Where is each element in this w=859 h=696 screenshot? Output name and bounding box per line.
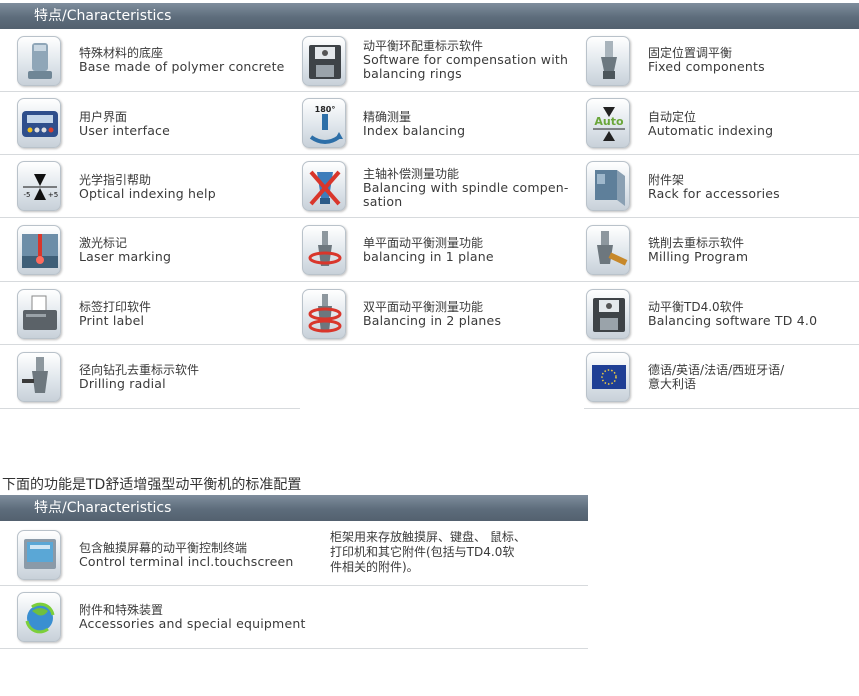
section-header: 特点/Characteristics bbox=[0, 495, 588, 521]
feature-cn-label: 包含触摸屏幕的动平衡控制终端 bbox=[79, 541, 248, 555]
feature-en-label: Base made of polymer concrete bbox=[79, 59, 285, 74]
feature-cn-label: 双平面动平衡测量功能 bbox=[363, 300, 484, 314]
milling-icon bbox=[586, 225, 630, 275]
floppy-disk-icon bbox=[586, 289, 630, 339]
scale-right-label: +5 bbox=[48, 191, 58, 199]
feature-milling-program: 铣削去重标示软件 Milling Program bbox=[648, 236, 748, 264]
section-header: 特点/Characteristics bbox=[0, 3, 859, 29]
accessory-rack-icon bbox=[586, 161, 630, 211]
feature-cn-label: 自动定位 bbox=[648, 110, 697, 124]
feature-en-label: User interface bbox=[79, 123, 171, 138]
feature-cn-label: 激光标记 bbox=[79, 236, 128, 250]
feature-en-label: Milling Program bbox=[648, 249, 749, 264]
feature-two-planes: 双平面动平衡测量功能 Balancing in 2 planes bbox=[363, 300, 501, 328]
feature-en-label: Balancing in 2 planes bbox=[363, 313, 502, 328]
badge-180-text: 180° bbox=[315, 105, 336, 114]
feature-automatic-indexing: 自动定位 Automatic indexing bbox=[648, 110, 773, 138]
feature-en-label: Index balancing bbox=[363, 123, 466, 138]
row-divider bbox=[0, 648, 588, 649]
feature-single-plane: 单平面动平衡测量功能 balancing in 1 plane bbox=[363, 236, 494, 264]
feature-polymer-base: 特殊材料的底座 Base made of polymer concrete bbox=[79, 46, 285, 74]
feature-cn-label: 单平面动平衡测量功能 bbox=[363, 236, 484, 250]
feature-cn-label: 用户界面 bbox=[79, 110, 128, 124]
laser-marking-icon bbox=[17, 225, 61, 275]
feature-cn-label: 光学指引帮助 bbox=[79, 173, 152, 187]
feature-en-label: Balancing software TD 4.0 bbox=[648, 313, 818, 328]
feature-td40-software: 动平衡TD4.0软件 Balancing software TD 4.0 bbox=[648, 300, 817, 328]
eu-flag-icon bbox=[586, 352, 630, 402]
feature-en-label: Laser marking bbox=[79, 249, 172, 264]
scale-left-label: -5 bbox=[24, 191, 31, 199]
feature-spindle-compensation: 主轴补偿测量功能 Balancing with spindle compen- … bbox=[363, 167, 569, 209]
feature-cn-label: 动平衡TD4.0软件 bbox=[648, 300, 744, 314]
polymer-base-icon bbox=[17, 36, 61, 86]
feature-cn-label: 附件和特殊装置 bbox=[79, 603, 164, 617]
touchscreen-terminal-icon bbox=[17, 530, 61, 580]
accessories-globe-icon bbox=[17, 592, 61, 642]
feature-cn-label: 精确测量 bbox=[363, 110, 412, 124]
feature-en-label: Rack for accessories bbox=[648, 186, 780, 201]
feature-cn-label: 特殊材料的底座 bbox=[79, 46, 164, 60]
row-divider bbox=[0, 344, 859, 345]
feature-cn-label-2: 意大利语 bbox=[648, 377, 697, 391]
feature-accessory-rack: 附件架 Rack for accessories bbox=[648, 173, 780, 201]
feature-ring-software: 动平衡环配重标示软件 Software for compensation wit… bbox=[363, 39, 568, 81]
rack-note: 柜架用来存放触摸屏、键盘、 鼠标、 打印机和其它附件(包括与TD4.0软 件相关… bbox=[330, 530, 526, 574]
feature-user-interface: 用户界面 User interface bbox=[79, 110, 170, 138]
floppy-disk-icon bbox=[302, 36, 346, 86]
row-divider bbox=[0, 154, 859, 155]
optical-indexing-icon: -5 +5 bbox=[17, 161, 61, 211]
feature-en-label: Accessories and special equipment bbox=[79, 616, 306, 631]
badge-auto-text: Auto bbox=[594, 115, 624, 128]
row-divider bbox=[0, 217, 859, 218]
feature-cn-label: 铣削去重标示软件 bbox=[648, 236, 745, 250]
feature-cn-label: 附件架 bbox=[648, 173, 685, 187]
feature-cn-label: 径向钻孔去重标示软件 bbox=[79, 363, 200, 377]
rotation-180-icon: 180° bbox=[302, 98, 346, 148]
section-title: 下面的功能是TD舒适增强型动平衡机的标准配置 bbox=[2, 477, 302, 493]
feature-languages: 德语/英语/法语/西班牙语/ 意大利语 bbox=[648, 363, 784, 391]
feature-en-label-2: sation bbox=[363, 194, 403, 209]
spindle-tool-icon bbox=[586, 36, 630, 86]
feature-en-label: Drilling radial bbox=[79, 376, 166, 391]
feature-accessories: 附件和特殊装置 Accessories and special equipmen… bbox=[79, 603, 306, 631]
auto-indexing-icon: Auto bbox=[586, 98, 630, 148]
feature-drilling-radial: 径向钻孔去重标示软件 Drilling radial bbox=[79, 363, 199, 391]
feature-index-balancing: 精确测量 Index balancing bbox=[363, 110, 465, 138]
feature-laser-marking: 激光标记 Laser marking bbox=[79, 236, 171, 264]
feature-en-label: Print label bbox=[79, 313, 145, 328]
drilling-radial-icon bbox=[17, 352, 61, 402]
label-printer-icon bbox=[17, 289, 61, 339]
control-panel-icon bbox=[17, 98, 61, 148]
feature-optical-indexing: 光学指引帮助 Optical indexing help bbox=[79, 173, 216, 201]
feature-cn-label: 主轴补偿测量功能 bbox=[363, 167, 460, 181]
feature-cn-label: 德语/英语/法语/西班牙语/ bbox=[648, 363, 785, 377]
row-divider bbox=[0, 91, 859, 92]
feature-en-label: Optical indexing help bbox=[79, 186, 216, 201]
feature-cn-label: 动平衡环配重标示软件 bbox=[363, 39, 484, 53]
row-divider bbox=[584, 408, 859, 409]
two-plane-icon bbox=[302, 289, 346, 339]
feature-en-label: Software for compensation with bbox=[363, 52, 569, 67]
row-divider bbox=[0, 281, 859, 282]
row-divider bbox=[0, 408, 300, 409]
feature-en-label: Automatic indexing bbox=[648, 123, 774, 138]
single-plane-icon bbox=[302, 225, 346, 275]
feature-control-terminal: 包含触摸屏幕的动平衡控制终端 Control terminal incl.tou… bbox=[79, 541, 293, 569]
row-divider bbox=[0, 585, 588, 586]
feature-en-label-2: balancing rings bbox=[363, 66, 462, 81]
feature-print-label: 标签打印软件 Print label bbox=[79, 300, 151, 328]
feature-cn-label: 固定位置调平衡 bbox=[648, 46, 733, 60]
spindle-cross-icon bbox=[302, 161, 346, 211]
feature-en-label: Fixed components bbox=[648, 59, 765, 74]
feature-en-label: balancing in 1 plane bbox=[363, 249, 494, 264]
feature-en-label: Control terminal incl.touchscreen bbox=[79, 554, 294, 569]
feature-en-label: Balancing with spindle compen- bbox=[363, 180, 569, 195]
feature-fixed-components: 固定位置调平衡 Fixed components bbox=[648, 46, 765, 74]
feature-cn-label: 标签打印软件 bbox=[79, 300, 152, 314]
